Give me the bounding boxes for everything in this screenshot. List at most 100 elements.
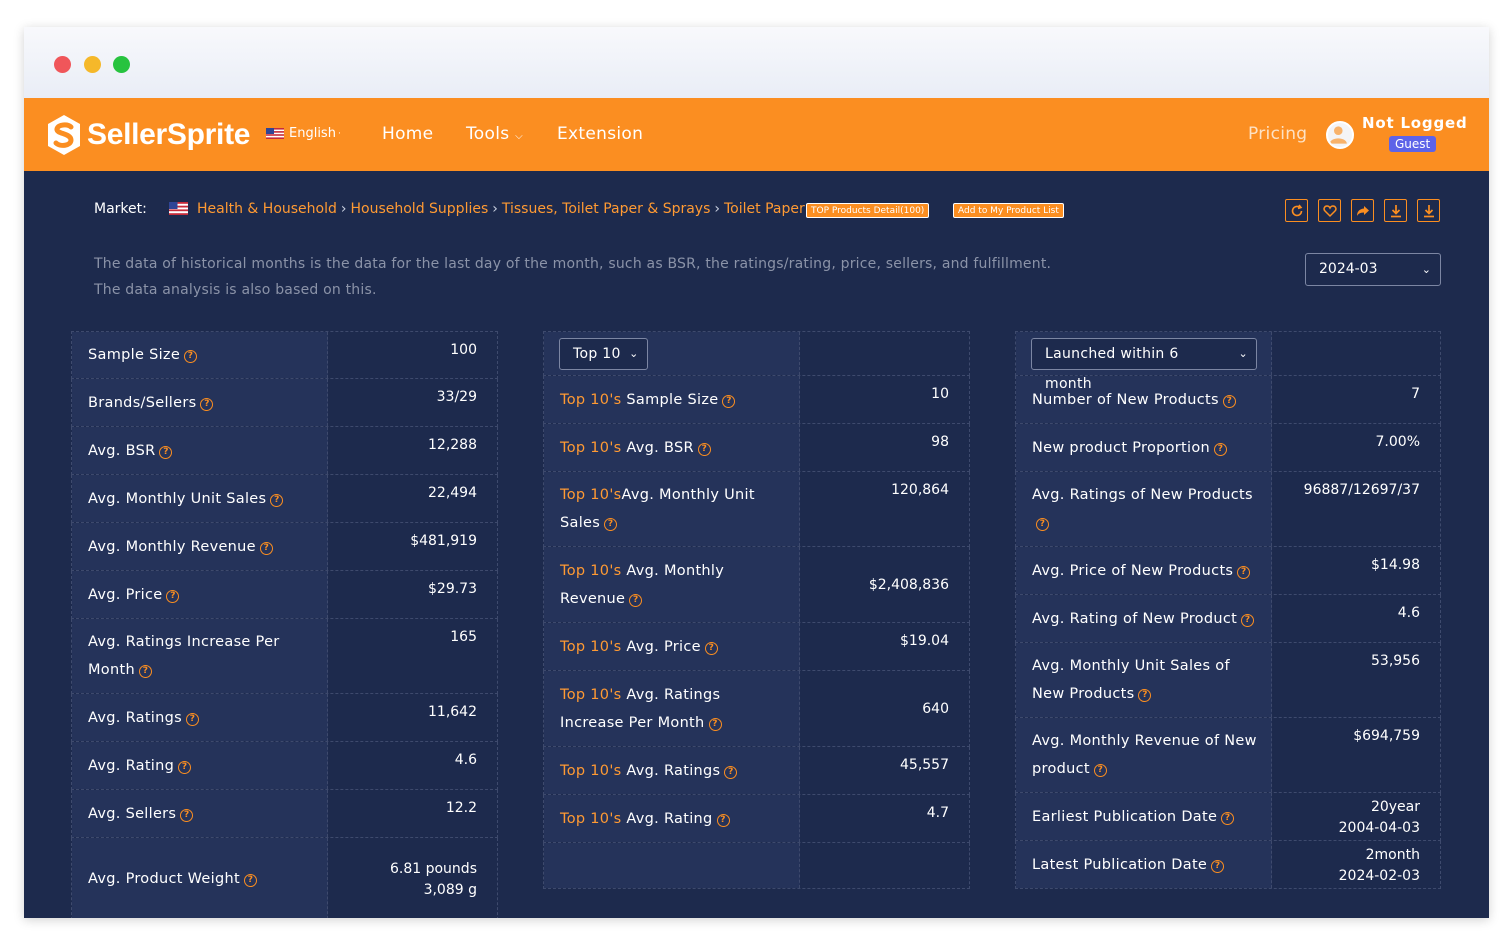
relative-age: 2month	[1365, 847, 1420, 863]
help-icon[interactable]: ?	[697, 442, 711, 456]
sellersprite-logo[interactable]: SellerSprite	[44, 112, 259, 158]
month-select-value: 2024-03	[1319, 261, 1378, 277]
top-n-select[interactable]: Top 10 ⌄	[559, 337, 648, 370]
help-icon[interactable]: ?	[184, 350, 198, 363]
share-icon[interactable]	[1351, 199, 1374, 222]
stat-row: Top 10's Avg. Price? $19.04	[543, 623, 970, 671]
notice-line: The data analysis is also based on this.	[94, 282, 377, 298]
help-icon[interactable]: ?	[243, 873, 257, 887]
publication-date: 2004-04-03	[1338, 820, 1420, 836]
help-icon[interactable]: ?	[138, 665, 152, 678]
browser-window: SellerSprite English · Home Tools ⌵ Exte…	[24, 27, 1489, 918]
nav-pricing[interactable]: Pricing	[1248, 124, 1307, 144]
help-icon[interactable]: ?	[1221, 811, 1235, 825]
help-icon[interactable]: ?	[270, 493, 284, 507]
help-icon[interactable]: ?	[604, 518, 618, 531]
download-icon[interactable]	[1384, 199, 1407, 222]
help-icon[interactable]: ?	[708, 717, 722, 731]
stat-row: Earliest Publication Date? 20year 2004-0…	[1015, 793, 1441, 841]
stat-row: Top 10 ⌄	[543, 331, 970, 376]
help-icon[interactable]: ?	[1211, 859, 1225, 873]
help-icon[interactable]: ?	[704, 641, 718, 655]
help-icon[interactable]: ?	[1093, 764, 1107, 777]
month-select[interactable]: 2024-03 ⌄	[1305, 253, 1441, 286]
stat-label: Avg. Price?	[72, 571, 328, 618]
stat-row: Top 10's Avg. Ratings Increase Per Month…	[543, 671, 970, 747]
stat-value: 33/29	[436, 389, 477, 405]
help-icon[interactable]: ?	[185, 712, 199, 726]
help-icon[interactable]: ?	[178, 760, 192, 774]
help-icon[interactable]: ?	[722, 394, 736, 408]
stat-value: 6.81 pounds 3,089 g	[328, 838, 497, 918]
language-selector[interactable]: English ·	[266, 126, 341, 141]
export-icon[interactable]	[1417, 199, 1440, 222]
stat-row: Top 10's Avg. Monthly Revenue? $2,408,83…	[543, 547, 970, 623]
heart-icon[interactable]	[1318, 199, 1341, 222]
help-icon[interactable]: ?	[629, 593, 643, 607]
stat-row: Avg. Rating of New Product? 4.6	[1015, 595, 1441, 643]
breadcrumb-separator: ›	[340, 201, 347, 217]
logo-text: SellerSprite	[87, 118, 251, 151]
help-icon[interactable]: ?	[716, 813, 730, 827]
breadcrumb-item[interactable]: Tissues, Toilet Paper & Sprays	[502, 201, 711, 217]
help-icon[interactable]: ?	[200, 397, 214, 411]
user-avatar-icon[interactable]	[1326, 121, 1354, 149]
help-icon[interactable]: ?	[1036, 518, 1049, 531]
minimize-window-button[interactable]	[84, 56, 101, 73]
stat-value: $19.04	[900, 633, 949, 649]
stat-label: Avg. Monthly Unit Sales of New Products?	[1016, 643, 1272, 717]
help-icon[interactable]: ?	[180, 808, 194, 822]
nav-home[interactable]: Home	[382, 124, 433, 144]
help-icon[interactable]: ?	[159, 445, 173, 459]
us-flag-icon	[169, 202, 188, 215]
help-icon[interactable]: ?	[1237, 565, 1251, 579]
new-products-stats-table: Launched within 6 month ⌄ Number of New …	[1015, 331, 1441, 889]
breadcrumb-separator: ›	[714, 201, 720, 217]
user-status[interactable]: Not Logged	[1362, 114, 1468, 132]
help-icon[interactable]: ?	[166, 589, 180, 603]
stat-label: New product Proportion?	[1016, 424, 1272, 471]
stat-value: 165	[450, 629, 477, 645]
stat-label: Avg. Monthly Revenue of New product?	[1016, 718, 1272, 792]
stat-row: Top 10'sAvg. Monthly Unit Sales? 120,864	[543, 472, 970, 547]
stat-value: 12,288	[428, 437, 477, 453]
launch-period-select[interactable]: Launched within 6 month ⌄	[1031, 337, 1257, 392]
stat-label: Avg. Price of New Products?	[1016, 547, 1272, 594]
stat-label: Latest Publication Date?	[1016, 841, 1272, 888]
stat-label: Top 10's Avg. Ratings Increase Per Month…	[544, 671, 800, 746]
help-icon[interactable]: ?	[1214, 442, 1228, 456]
stat-value: 45,557	[900, 757, 949, 773]
chevron-down-icon: ⌄	[629, 346, 639, 360]
nav-extension[interactable]: Extension	[557, 124, 643, 144]
stat-label: Earliest Publication Date?	[1016, 793, 1272, 840]
top-products-stats-table: Top 10 ⌄ Top 10's Sample Size? 10 Top 10…	[543, 331, 970, 889]
stat-row: Brands/Sellers? 33/29	[71, 379, 498, 427]
breadcrumb-item[interactable]: Household Supplies	[351, 201, 489, 217]
nav-tools[interactable]: Tools ⌵	[466, 124, 523, 144]
maximize-window-button[interactable]	[113, 56, 130, 73]
stat-label: Avg. BSR?	[72, 427, 328, 474]
publication-date: 2024-02-03	[1338, 868, 1420, 884]
stat-label: Top 10's Avg. Rating?	[544, 795, 800, 842]
stat-label: Avg. Monthly Revenue?	[72, 523, 328, 570]
refresh-icon[interactable]	[1285, 199, 1308, 222]
stat-row: Avg. Price? $29.73	[71, 571, 498, 619]
add-to-product-list-tag[interactable]: Add to My Product List	[953, 203, 1064, 218]
chevron-down-icon: ⌄	[1238, 346, 1248, 360]
stat-value: $481,919	[410, 533, 477, 549]
help-icon[interactable]: ?	[724, 765, 738, 779]
help-icon[interactable]: ?	[259, 541, 273, 555]
stat-row: Avg. Monthly Unit Sales? 22,494	[71, 475, 498, 523]
close-window-button[interactable]	[54, 56, 71, 73]
breadcrumb-item[interactable]: Toilet Paper	[724, 201, 805, 217]
help-icon[interactable]: ?	[1138, 689, 1152, 702]
stat-value: 20year 2004-04-03	[1272, 793, 1440, 840]
stat-label: Top 10's Avg. Price?	[544, 623, 800, 670]
top-products-detail-tag[interactable]: TOP Products Detail(100)	[806, 203, 930, 218]
breadcrumb-item[interactable]: Health & Household	[197, 201, 337, 217]
stat-label: Avg. Rating of New Product?	[1016, 595, 1272, 642]
notice-line: The data of historical months is the dat…	[94, 256, 1052, 272]
stat-value: 96887/12697/37	[1303, 482, 1420, 498]
help-icon[interactable]: ?	[1222, 394, 1236, 408]
help-icon[interactable]: ?	[1241, 613, 1255, 627]
